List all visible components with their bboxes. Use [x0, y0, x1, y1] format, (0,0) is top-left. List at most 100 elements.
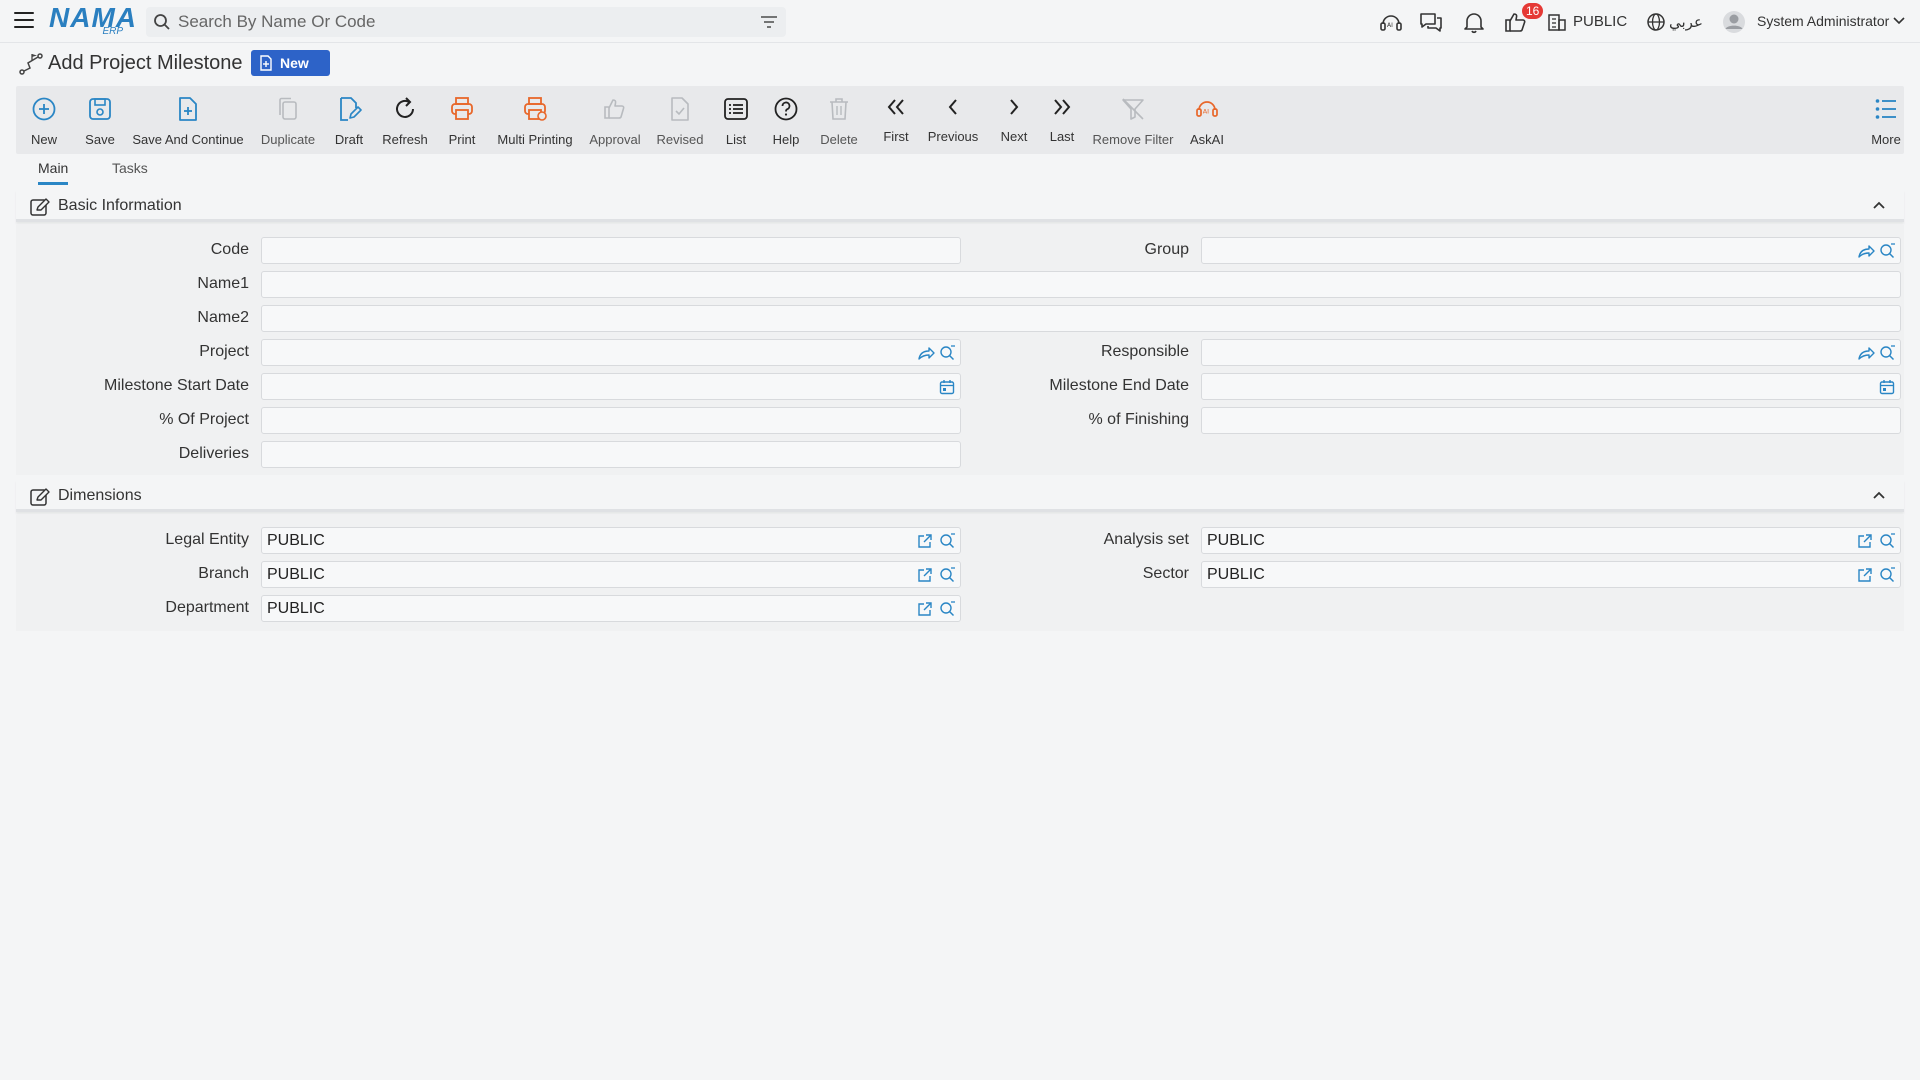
tab-main[interactable]: Main: [38, 160, 69, 185]
multi-printing-label: Multi Printing: [497, 132, 573, 147]
basic-info-body: Code Group Name1 Name2 Project Responsib…: [16, 225, 1904, 475]
global-search: [146, 7, 786, 37]
share-icon[interactable]: [1857, 345, 1875, 361]
open-external-icon[interactable]: [1857, 533, 1873, 549]
file-plus-icon: [179, 97, 197, 121]
list-icon: [724, 98, 748, 120]
dimensions-header[interactable]: Dimensions: [16, 480, 1904, 512]
duplicate-button[interactable]: Duplicate: [256, 86, 320, 154]
basic-info-header[interactable]: Basic Information: [16, 190, 1904, 222]
lookup-search-icon[interactable]: [938, 601, 956, 617]
first-label: First: [883, 129, 909, 144]
refresh-button[interactable]: Refresh: [378, 86, 432, 154]
chevron-up-icon[interactable]: [1872, 200, 1886, 210]
remove-filter-button[interactable]: Remove Filter: [1092, 86, 1174, 154]
sector-value: PUBLIC: [1207, 566, 1265, 583]
share-icon[interactable]: [1857, 243, 1875, 259]
chevron-up-icon[interactable]: [1872, 490, 1886, 500]
save-and-continue-button[interactable]: Save And Continue: [128, 86, 248, 154]
search-input[interactable]: [178, 10, 738, 34]
group-field[interactable]: [1201, 237, 1901, 264]
name2-field[interactable]: [261, 305, 1901, 332]
printer-icon: [451, 97, 473, 120]
open-external-icon[interactable]: [917, 601, 933, 617]
delete-label: Delete: [820, 132, 858, 147]
revised-button[interactable]: Revised: [652, 86, 708, 154]
first-button[interactable]: First: [876, 86, 916, 154]
pct-project-label: % Of Project: [159, 411, 249, 428]
list-label: List: [725, 132, 747, 147]
user-name[interactable]: System Administrator: [1757, 13, 1889, 29]
analysis-set-label: Analysis set: [1103, 531, 1189, 548]
app-logo[interactable]: NAMA ERP: [49, 4, 136, 38]
branch-field[interactable]: PUBLIC: [261, 561, 961, 588]
save-icon: [89, 98, 111, 120]
lookup-search-icon[interactable]: [1878, 243, 1896, 259]
next-button[interactable]: Next: [994, 86, 1034, 154]
name1-label: Name1: [197, 275, 249, 292]
legal-entity-value: PUBLIC: [267, 532, 325, 549]
start-date-field[interactable]: [261, 373, 961, 400]
entity-icon: [1548, 14, 1566, 31]
project-field[interactable]: [261, 339, 961, 366]
milestone-icon: [19, 53, 43, 75]
search-icon: [154, 14, 170, 30]
lookup-search-icon[interactable]: [1878, 345, 1896, 361]
next-label: Next: [1000, 129, 1028, 144]
last-button[interactable]: Last: [1042, 86, 1082, 154]
copy-icon: [279, 97, 297, 120]
save-label: Save: [85, 132, 115, 147]
responsible-label: Responsible: [1100, 343, 1189, 360]
tab-tasks[interactable]: Tasks: [112, 160, 148, 182]
branch-label: Branch: [198, 565, 249, 582]
end-date-field[interactable]: [1201, 373, 1901, 400]
name1-field[interactable]: [261, 271, 1901, 298]
chevrons-right-icon: [1054, 99, 1071, 115]
deliveries-field[interactable]: [261, 441, 961, 468]
help-button[interactable]: Help: [764, 86, 808, 154]
language-switch[interactable]: عربي: [1669, 13, 1703, 31]
avatar[interactable]: [1721, 10, 1747, 34]
save-button[interactable]: Save: [76, 86, 124, 154]
status-badge: New: [251, 50, 330, 76]
legal-entity-field[interactable]: PUBLIC: [261, 527, 961, 554]
lookup-search-icon[interactable]: [1878, 533, 1896, 549]
askai-button[interactable]: AI AskAI: [1184, 86, 1230, 154]
chevron-down-icon[interactable]: [1892, 15, 1906, 27]
department-field[interactable]: PUBLIC: [261, 595, 961, 622]
edit-icon: [30, 198, 50, 216]
previous-button[interactable]: Previous: [922, 86, 984, 154]
svg-text:AI: AI: [1387, 22, 1393, 29]
entity-selector[interactable]: PUBLIC: [1573, 13, 1627, 30]
basic-info-title: Basic Information: [58, 197, 182, 214]
code-label: Code: [210, 241, 249, 258]
sector-field[interactable]: PUBLIC: [1201, 561, 1901, 588]
pct-project-field[interactable]: [261, 407, 961, 434]
print-label: Print: [448, 132, 476, 147]
new-button[interactable]: New: [16, 86, 72, 154]
svg-text:AI: AI: [1203, 108, 1209, 116]
delete-button[interactable]: Delete: [814, 86, 864, 154]
bell-icon[interactable]: [1461, 10, 1487, 34]
approval-button[interactable]: Approval: [586, 86, 644, 154]
analysis-set-field[interactable]: PUBLIC: [1201, 527, 1901, 554]
print-button[interactable]: Print: [440, 86, 484, 154]
open-external-icon[interactable]: [1857, 567, 1873, 583]
menu-icon[interactable]: [14, 12, 34, 30]
lookup-search-icon[interactable]: [1878, 567, 1896, 583]
globe-icon[interactable]: [1646, 10, 1666, 34]
responsible-field[interactable]: [1201, 339, 1901, 366]
ai-assistant-icon[interactable]: AI: [1378, 10, 1404, 34]
filter-icon[interactable]: [760, 14, 778, 30]
draft-icon: [340, 97, 362, 121]
chevrons-left-icon: [887, 99, 904, 115]
multi-printing-button[interactable]: Multi Printing: [492, 86, 578, 154]
chat-icon[interactable]: [1418, 10, 1444, 34]
chevron-right-icon: [1010, 99, 1019, 115]
list-button[interactable]: List: [716, 86, 756, 154]
pct-finishing-field[interactable]: [1201, 407, 1901, 434]
draft-button[interactable]: Draft: [326, 86, 372, 154]
code-field[interactable]: [261, 237, 961, 264]
calendar-icon[interactable]: [1879, 379, 1895, 395]
more-button[interactable]: More: [1868, 86, 1904, 154]
